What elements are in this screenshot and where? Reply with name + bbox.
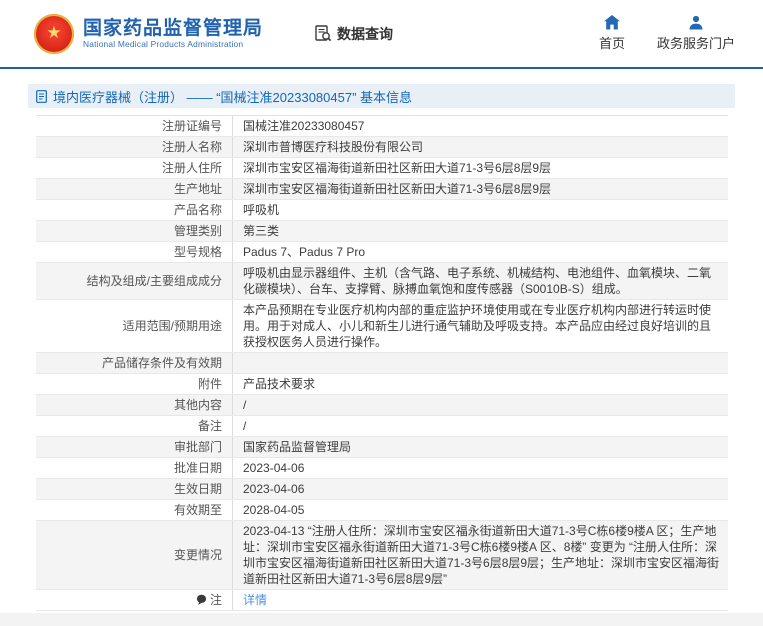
agency-title: 国家药品监督管理局: [83, 18, 263, 40]
page-title: 境内医疗器械（注册） —— “国械注准20233080457” 基本信息: [53, 87, 412, 106]
row-value: 国家药品监督管理局: [232, 437, 728, 457]
user-icon: [688, 15, 704, 30]
row-label: 有效期至: [36, 500, 232, 520]
nav-item-home[interactable]: 首页: [599, 15, 625, 52]
table-row: 其他内容 /: [36, 395, 728, 416]
data-query-nav[interactable]: 数据查询: [315, 24, 393, 44]
row-label: 产品名称: [36, 200, 232, 220]
national-emblem-logo: ★: [34, 14, 74, 54]
table-row: 注册人住所 深圳市宝安区福海街道新田社区新田大道71-3号6层8层9层: [36, 158, 728, 179]
row-value: /: [232, 416, 728, 436]
table-row: 注册人名称 深圳市普博医疗科技股份有限公司: [36, 137, 728, 158]
row-label: 注册人名称: [36, 137, 232, 157]
row-value: 国械注准20233080457: [232, 116, 728, 136]
row-label: 管理类别: [36, 221, 232, 241]
table-row: 变更情况 2023-04-13 “注册人住所：深圳市宝安区福永街道新田大道71-…: [36, 521, 728, 590]
agency-title-block: 国家药品监督管理局 National Medical Products Admi…: [83, 18, 263, 50]
row-label: 变更情况: [36, 521, 232, 589]
row-value: 2023-04-06: [232, 458, 728, 478]
table-row: 审批部门 国家药品监督管理局: [36, 437, 728, 458]
data-query-icon: [315, 25, 332, 42]
document-icon: [36, 90, 47, 103]
nav-home-label: 首页: [599, 33, 625, 52]
row-value: 深圳市宝安区福海街道新田社区新田大道71-3号6层8层9层: [232, 158, 728, 178]
site-header: ★ 国家药品监督管理局 National Medical Products Ad…: [0, 0, 763, 69]
table-row-note: 注 详情: [36, 590, 728, 611]
row-label: 注册人住所: [36, 158, 232, 178]
nav-portal-label: 政务服务门户: [657, 33, 735, 52]
data-query-label: 数据查询: [337, 24, 393, 44]
footer-band: [0, 613, 763, 626]
row-label: 备注: [36, 416, 232, 436]
table-row: 备注 /: [36, 416, 728, 437]
row-value: 本产品预期在专业医疗机构内部的重症监护环境使用或在专业医疗机构内部进行转运时使用…: [232, 300, 728, 352]
row-value: 2023-04-13 “注册人住所：深圳市宝安区福永街道新田大道71-3号C栋6…: [232, 521, 728, 589]
table-row: 型号规格 Padus 7、Padus 7 Pro: [36, 242, 728, 263]
table-row: 批准日期 2023-04-06: [36, 458, 728, 479]
emblem-star-icon: ★: [46, 24, 61, 41]
row-value: 2028-04-05: [232, 500, 728, 520]
detail-link[interactable]: 详情: [243, 592, 267, 608]
row-value: 深圳市普博医疗科技股份有限公司: [232, 137, 728, 157]
header-nav: 首页 政务服务门户: [599, 15, 735, 52]
table-row: 注册证编号 国械注准20233080457: [36, 116, 728, 137]
row-label: 适用范围/预期用途: [36, 300, 232, 352]
row-label: 审批部门: [36, 437, 232, 457]
row-value: 产品技术要求: [232, 374, 728, 394]
row-value: /: [232, 395, 728, 415]
nav-item-portal[interactable]: 政务服务门户: [657, 15, 735, 52]
row-value: 深圳市宝安区福海街道新田社区新田大道71-3号6层8层9层: [232, 179, 728, 199]
row-label: 批准日期: [36, 458, 232, 478]
row-value: 详情: [232, 590, 728, 610]
info-table: 注册证编号 国械注准20233080457 注册人名称 深圳市普博医疗科技股份有…: [36, 115, 728, 611]
row-label: 产品储存条件及有效期: [36, 353, 232, 373]
row-label: 附件: [36, 374, 232, 394]
row-value: Padus 7、Padus 7 Pro: [232, 242, 728, 262]
table-row: 产品名称 呼吸机: [36, 200, 728, 221]
row-value: 2023-04-06: [232, 479, 728, 499]
row-label: 生效日期: [36, 479, 232, 499]
row-value: 第三类: [232, 221, 728, 241]
table-row: 生产地址 深圳市宝安区福海街道新田社区新田大道71-3号6层8层9层: [36, 179, 728, 200]
row-label: 注册证编号: [36, 116, 232, 136]
row-value: 呼吸机: [232, 200, 728, 220]
agency-subtitle: National Medical Products Administration: [83, 39, 263, 49]
note-label: 注: [210, 592, 222, 608]
row-value: [232, 353, 728, 373]
table-row: 生效日期 2023-04-06: [36, 479, 728, 500]
table-row: 产品储存条件及有效期: [36, 353, 728, 374]
note-icon: [196, 594, 207, 606]
page-title-bar: 境内医疗器械（注册） —— “国械注准20233080457” 基本信息: [28, 84, 735, 108]
row-label: 结构及组成/主要组成成分: [36, 263, 232, 299]
row-label: 型号规格: [36, 242, 232, 262]
table-row: 适用范围/预期用途 本产品预期在专业医疗机构内部的重症监护环境使用或在专业医疗机…: [36, 300, 728, 353]
row-value: 呼吸机由显示器组件、主机（含气路、电子系统、机械结构、电池组件、血氧模块、二氧化…: [232, 263, 728, 299]
row-label: 其他内容: [36, 395, 232, 415]
agency-logo-group: ★ 国家药品监督管理局 National Medical Products Ad…: [34, 14, 263, 54]
row-label: 注: [36, 590, 232, 610]
table-row: 附件 产品技术要求: [36, 374, 728, 395]
row-label: 生产地址: [36, 179, 232, 199]
home-icon: [603, 15, 621, 30]
table-row: 管理类别 第三类: [36, 221, 728, 242]
table-row: 有效期至 2028-04-05: [36, 500, 728, 521]
table-row: 结构及组成/主要组成成分 呼吸机由显示器组件、主机（含气路、电子系统、机械结构、…: [36, 263, 728, 300]
